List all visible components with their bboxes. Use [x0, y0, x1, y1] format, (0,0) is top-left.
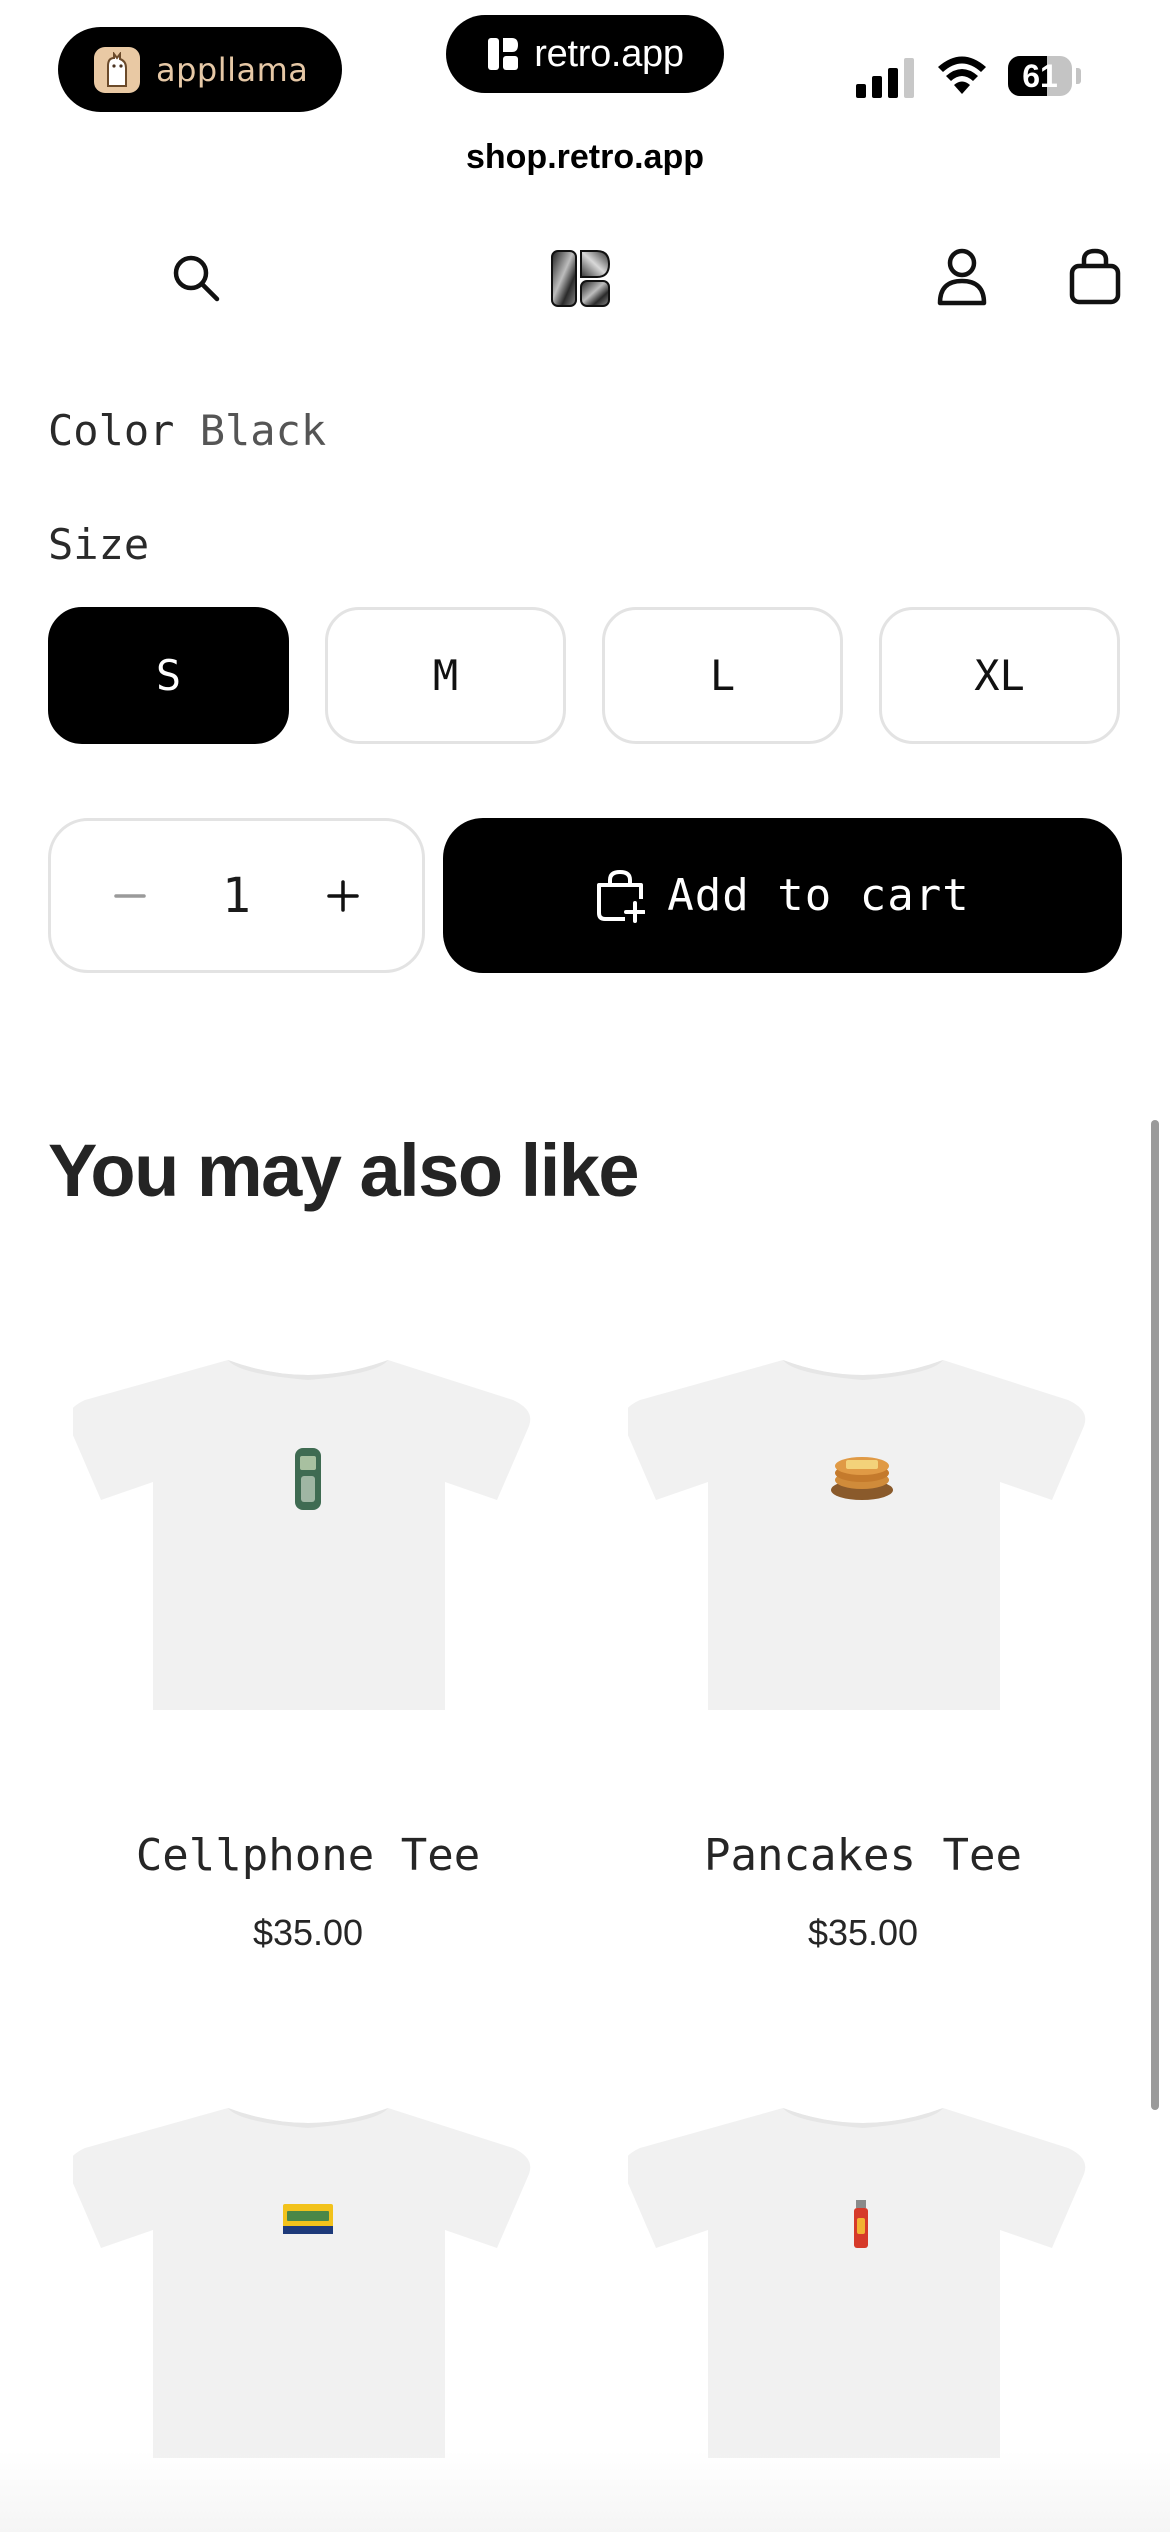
add-to-cart-label: Add to cart — [667, 870, 970, 921]
size-label: Size — [48, 520, 150, 569]
product-image[interactable] — [67, 1360, 543, 1720]
appllama-pill[interactable]: appllama — [58, 27, 342, 112]
lighter-graphic — [854, 2200, 868, 2248]
battery-tip — [1076, 68, 1081, 84]
product-title[interactable]: Pancakes Tee — [603, 1830, 1123, 1881]
search-icon[interactable] — [166, 248, 226, 308]
size-option-label: M — [432, 651, 459, 700]
section-title: You may also like — [48, 1129, 640, 1212]
size-option-label: S — [155, 651, 182, 700]
llama-icon — [94, 46, 140, 93]
battery-level: 61 — [1022, 58, 1058, 94]
product-card-cellphone-tee[interactable]: Cellphone Tee $35.00 — [48, 1340, 568, 1980]
color-option: Color Black — [48, 406, 326, 455]
product-title[interactable]: Cellphone Tee — [48, 1830, 568, 1881]
wifi-icon — [936, 54, 988, 99]
account-icon[interactable] — [932, 244, 992, 310]
bottom-fade — [0, 2450, 1170, 2532]
size-option-m[interactable]: M — [325, 607, 566, 744]
quantity-increase-button[interactable] — [308, 861, 378, 931]
size-option-l[interactable]: L — [602, 607, 843, 744]
cellphone-graphic — [295, 1448, 321, 1510]
plus-icon — [327, 880, 359, 912]
battery-indicator: 61 — [1008, 56, 1072, 96]
appllama-label: appllama — [156, 50, 309, 89]
pancakes-graphic — [831, 1457, 893, 1500]
product-image[interactable] — [622, 1360, 1098, 1720]
size-option-s[interactable]: S — [48, 607, 289, 744]
bag-icon[interactable] — [1064, 244, 1126, 310]
product-card-pancakes-tee[interactable]: Pancakes Tee $35.00 — [603, 1340, 1123, 1980]
retro-app-label: retro.app — [534, 32, 684, 75]
size-option-label: L — [709, 651, 736, 700]
retro-app-pill[interactable]: retro.app — [446, 15, 724, 93]
add-to-cart-button[interactable]: Add to cart — [443, 818, 1122, 973]
color-label: Color — [48, 406, 175, 455]
bag-plus-icon — [597, 869, 646, 923]
size-option-xl[interactable]: XL — [879, 607, 1120, 744]
product-image[interactable] — [622, 2108, 1098, 2468]
retro-logo-icon[interactable] — [548, 246, 614, 310]
signal-bars-icon — [856, 58, 914, 98]
product-price: $35.00 — [807, 1912, 919, 1953]
url-bar[interactable]: shop.retro.app — [0, 138, 1170, 177]
retro-mini-logo-icon — [488, 38, 519, 70]
scrollbar[interactable] — [1151, 1120, 1159, 2110]
size-option-label: XL — [974, 651, 1025, 700]
product-price: $35.00 — [252, 1912, 364, 1953]
product-image[interactable] — [67, 2108, 543, 2468]
quantity-stepper: 1 — [48, 818, 425, 973]
color-value: Black — [199, 406, 327, 455]
sticker-graphic — [283, 2204, 333, 2234]
